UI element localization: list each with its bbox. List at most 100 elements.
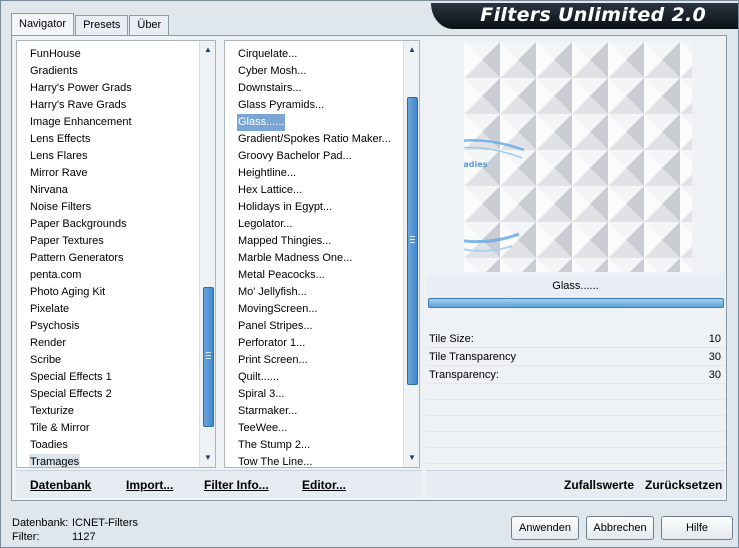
list-item[interactable]: Gradients	[29, 63, 79, 80]
selected-filter-name: Glass......	[426, 274, 725, 298]
list-item[interactable]: Glass Pyramids...	[237, 97, 325, 114]
list-item[interactable]: Psychosis	[29, 318, 81, 335]
status-db-label: Datenbank:	[12, 517, 69, 529]
param-row[interactable]: Tile Transparency 30	[426, 348, 725, 366]
list-item[interactable]: Cyber Mosh...	[237, 63, 307, 80]
list-item[interactable]: Hex Lattice...	[237, 182, 303, 199]
scroll-down-icon[interactable]: ▼	[200, 451, 215, 465]
reset-button[interactable]: Zurücksetzen	[645, 478, 722, 492]
tab-about[interactable]: Über	[129, 15, 170, 35]
status-filter-label: Filter:	[12, 531, 40, 543]
tab-navigator[interactable]: Navigator	[11, 13, 75, 35]
preset-button-bar: Zufallswerte Zurücksetzen	[426, 470, 724, 498]
param-label: Tile Size:	[429, 333, 474, 345]
param-label: Tile Transparency	[429, 351, 517, 363]
list-item[interactable]: Special Effects 2	[29, 386, 113, 403]
list-item[interactable]: Glass......	[237, 114, 286, 131]
empty-param-row	[426, 432, 725, 448]
list-item[interactable]: Render	[29, 335, 67, 352]
database-button[interactable]: Datenbank	[30, 478, 91, 492]
list-item[interactable]: Image Enhancement	[29, 114, 133, 131]
empty-param-row	[426, 416, 725, 432]
list-item[interactable]: Texturize	[29, 403, 75, 420]
list-item[interactable]: Downstairs...	[237, 80, 303, 97]
list-item[interactable]: Toadies	[29, 437, 69, 454]
list-item[interactable]: Nirvana	[29, 182, 69, 199]
empty-param-row	[426, 448, 725, 464]
list-item[interactable]: Panel Stripes...	[237, 318, 314, 335]
scroll-up-icon[interactable]: ▲	[404, 43, 419, 57]
help-button[interactable]: Hilfe	[661, 516, 733, 540]
list-item[interactable]: Metal Peacocks...	[237, 267, 326, 284]
filters-unlimited-window: Navigator Presets Über Filters Unlimited…	[0, 0, 739, 548]
navigator-button-bar: Datenbank Import... Filter Info... Edito…	[16, 470, 422, 498]
app-title: Filters Unlimited 2.0	[480, 4, 706, 26]
tab-presets[interactable]: Presets	[75, 15, 129, 35]
param-label: Transparency:	[429, 369, 499, 381]
list-item[interactable]: Legolator...	[237, 216, 293, 233]
list-item[interactable]: Cirquelate...	[237, 46, 298, 63]
list-item[interactable]: Lens Flares	[29, 148, 88, 165]
list-item[interactable]: Lens Effects	[29, 131, 91, 148]
apply-button[interactable]: Anwenden	[511, 516, 579, 540]
category-list[interactable]: ▲ ▼ FunHouse Gradients Harry's Power Grads…	[16, 40, 216, 468]
list-item[interactable]: Mapped Thingies...	[237, 233, 332, 250]
list-item[interactable]: The Stump 2...	[237, 437, 311, 454]
empty-param-row	[426, 400, 725, 416]
list-item[interactable]: Special Effects 1	[29, 369, 113, 386]
tab-bar: Navigator Presets Über	[11, 13, 170, 35]
list-item[interactable]: Tramages	[29, 454, 81, 467]
list-item[interactable]: Harry's Power Grads	[29, 80, 133, 97]
scroll-thumb[interactable]	[407, 97, 418, 385]
list-item[interactable]: Holidays in Egypt...	[237, 199, 333, 216]
list-item[interactable]: Quilt......	[237, 369, 280, 386]
category-scrollbar[interactable]: ▲ ▼	[199, 41, 215, 467]
list-item[interactable]: Gradient/Spokes Ratio Maker...	[237, 131, 392, 148]
list-item[interactable]: Starmaker...	[237, 403, 298, 420]
list-item[interactable]: Photo Aging Kit	[29, 284, 106, 301]
title-banner: Filters Unlimited 2.0	[431, 3, 738, 29]
random-values-button[interactable]: Zufallswerte	[564, 478, 634, 492]
list-item[interactable]: Mo' Jellyfish...	[237, 284, 308, 301]
list-item[interactable]: Print Screen...	[237, 352, 309, 369]
list-item[interactable]: Mirror Rave	[29, 165, 88, 182]
list-item[interactable]: FunHouse	[29, 46, 82, 63]
filter-list[interactable]: ▲ ▼ Cirquelate... Cyber Mosh... Downstairs…	[224, 40, 420, 468]
list-item[interactable]: Paper Textures	[29, 233, 105, 250]
list-item[interactable]: penta.com	[29, 267, 82, 284]
import-button[interactable]: Import...	[126, 478, 173, 492]
list-item[interactable]: Marble Madness One...	[237, 250, 353, 267]
scroll-up-icon[interactable]: ▲	[200, 43, 215, 57]
list-item[interactable]: Heightline...	[237, 165, 297, 182]
param-row[interactable]: Transparency: 30	[426, 366, 725, 384]
list-item[interactable]: Spiral 3...	[237, 386, 285, 403]
param-row[interactable]: Tile Size: 10	[426, 330, 725, 348]
list-item[interactable]: Noise Filters	[29, 199, 92, 216]
list-item[interactable]: Scribe	[29, 352, 62, 369]
list-item[interactable]: Paper Backgrounds	[29, 216, 128, 233]
list-item[interactable]: Harry's Rave Grads	[29, 97, 127, 114]
parameter-slider[interactable]	[428, 298, 724, 308]
filter-info-button[interactable]: Filter Info...	[204, 478, 269, 492]
status-filter-value: 1127	[72, 531, 96, 543]
list-item[interactable]: Pixelate	[29, 301, 70, 318]
status-area: Datenbank: ICNET-Filters Filter: 1127	[12, 516, 138, 544]
list-item[interactable]: Tow The Line...	[237, 454, 313, 467]
status-db-value: ICNET-Filters	[72, 517, 138, 529]
svg-text:©Bastelparadies: ©Bastelparadies	[464, 160, 488, 169]
filter-scrollbar[interactable]: ▲ ▼	[403, 41, 419, 467]
param-value: 30	[708, 351, 721, 363]
list-item[interactable]: Groovy Bachelor Pad...	[237, 148, 353, 165]
list-item[interactable]: Tile & Mirror	[29, 420, 90, 437]
filter-preview: ©Bastelparadies	[464, 42, 692, 272]
scroll-down-icon[interactable]: ▼	[404, 451, 419, 465]
editor-button[interactable]: Editor...	[302, 478, 346, 492]
scroll-thumb[interactable]	[203, 287, 214, 427]
cancel-button[interactable]: Abbrechen	[586, 516, 654, 540]
glass-pattern-preview: ©Bastelparadies	[464, 42, 692, 272]
list-item[interactable]: Perforator 1...	[237, 335, 306, 352]
list-item[interactable]: Pattern Generators	[29, 250, 125, 267]
list-item[interactable]: MovingScreen...	[237, 301, 318, 318]
list-item[interactable]: TeeWee...	[237, 420, 288, 437]
param-value: 30	[708, 369, 721, 381]
